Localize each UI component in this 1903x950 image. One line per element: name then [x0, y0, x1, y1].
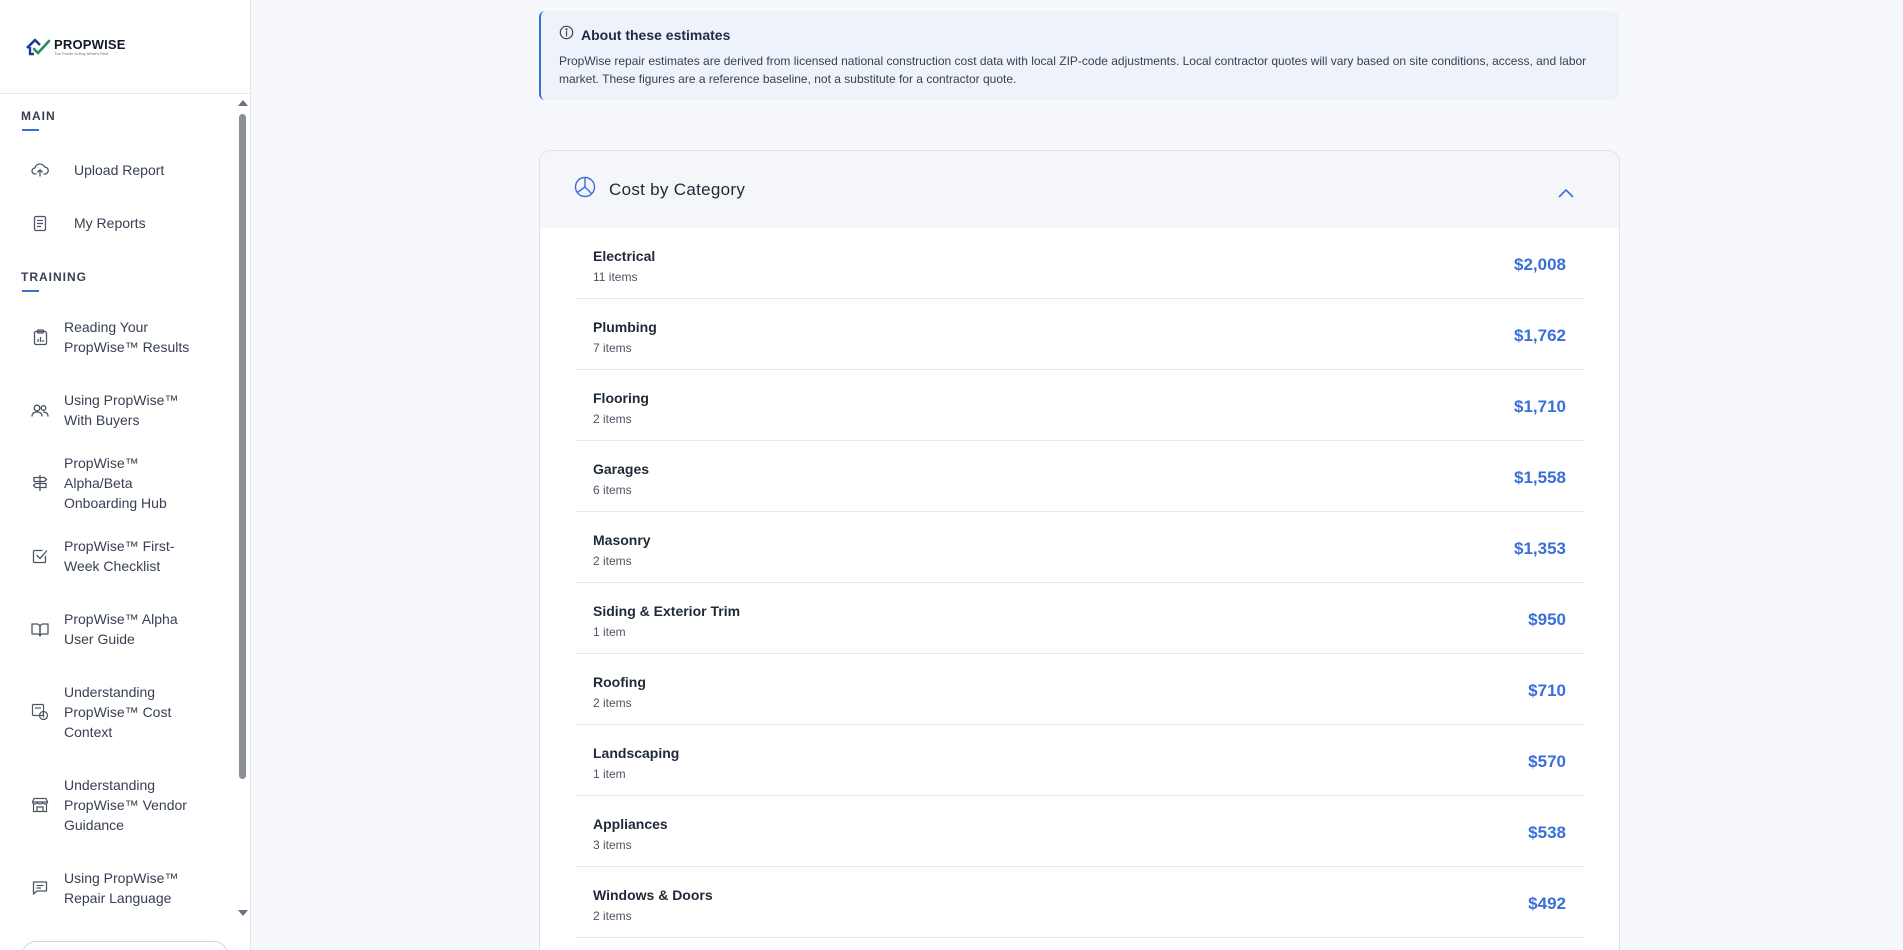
- category-amount: $1,710: [1514, 397, 1566, 416]
- info-icon: [559, 25, 574, 45]
- category-name: Siding & Exterior Trim: [593, 603, 741, 619]
- category-item-count: 1 item: [593, 767, 626, 781]
- category-name: Roofing: [593, 674, 646, 690]
- logo-area: PROPWISE The Power to Buy What's Real: [0, 0, 250, 94]
- chat-icon: [31, 879, 49, 897]
- category-name: Plumbing: [593, 319, 657, 335]
- sidebar-item-onboarding-hub[interactable]: PropWise™ Alpha/Beta Onboarding Hub: [0, 455, 236, 511]
- category-row-windows-doors[interactable]: Windows & Doors 2 items $492: [576, 867, 1584, 938]
- sidebar-item-my-reports[interactable]: My Reports: [0, 205, 236, 241]
- category-row-roofing[interactable]: Roofing 2 items $710: [576, 654, 1584, 725]
- book-icon: [31, 620, 49, 638]
- category-amount: $1,762: [1514, 326, 1566, 345]
- category-item-count: 3 items: [593, 838, 632, 852]
- sidebar-item-upload-report[interactable]: Upload Report: [0, 152, 236, 188]
- estimates-info-banner: About these estimates PropWise repair es…: [539, 11, 1619, 100]
- sidebar-item-vendor-guidance[interactable]: Understanding PropWise™ Vendor Guidance: [0, 773, 236, 837]
- category-list: Electrical 11 items $2,008 Plumbing 7 it…: [576, 228, 1584, 938]
- sidebar-item-reading-results[interactable]: Reading Your PropWise™ Results: [0, 315, 236, 359]
- pie-chart-icon: [574, 176, 596, 203]
- sidebar-item-label: Understanding PropWise™ Cost Context: [64, 684, 172, 740]
- category-amount: $570: [1528, 752, 1566, 771]
- sidebar: PROPWISE The Power to Buy What's Real MA…: [0, 0, 251, 950]
- report-chart-icon: [31, 328, 49, 346]
- category-amount: $950: [1528, 610, 1566, 629]
- scrollbar-thumb[interactable]: [239, 114, 246, 779]
- sidebar-item-label: Upload Report: [74, 162, 165, 178]
- category-amount: $492: [1528, 894, 1566, 913]
- sidebar-item-label: Understanding PropWise™ Vendor Guidance: [64, 777, 187, 833]
- category-row-flooring[interactable]: Flooring 2 items $1,710: [576, 370, 1584, 441]
- users-icon: [31, 401, 49, 419]
- category-item-count: 6 items: [593, 483, 632, 497]
- storefront-icon: [31, 796, 49, 814]
- category-item-count: 2 items: [593, 554, 632, 568]
- info-body: PropWise repair estimates are derived fr…: [559, 54, 1587, 86]
- upload-cloud-icon: [31, 161, 49, 179]
- category-item-count: 7 items: [593, 341, 632, 355]
- category-row-landscaping[interactable]: Landscaping 1 item $570: [576, 725, 1584, 796]
- category-name: Windows & Doors: [593, 887, 713, 903]
- checkbox-icon: [31, 547, 49, 565]
- chevron-up-icon[interactable]: [1558, 185, 1574, 203]
- sidebar-item-label: Reading Your PropWise™ Results: [64, 319, 190, 355]
- category-name: Masonry: [593, 532, 651, 548]
- section-label-main: MAIN: [0, 109, 56, 131]
- sidebar-nav: MAIN Upload Report My Reports TRAINING R…: [0, 95, 236, 920]
- scroll-down-arrow-icon[interactable]: [238, 910, 248, 916]
- category-name: Appliances: [593, 816, 668, 832]
- sidebar-item-label: My Reports: [74, 215, 146, 231]
- signpost-icon: [31, 474, 49, 492]
- category-row-electrical[interactable]: Electrical 11 items $2,008: [576, 228, 1584, 299]
- main-content: About these estimates PropWise repair es…: [252, 0, 1903, 950]
- category-amount: $538: [1528, 823, 1566, 842]
- sidebar-scrollbar[interactable]: [236, 97, 250, 919]
- category-row-siding-exterior-trim[interactable]: Siding & Exterior Trim 1 item $950: [576, 583, 1584, 654]
- propwise-logo[interactable]: PROPWISE The Power to Buy What's Real: [25, 37, 126, 57]
- sidebar-item-label: PropWise™ First-Week Checklist: [64, 538, 175, 574]
- sidebar-item-cost-context[interactable]: Understanding PropWise™ Cost Context: [0, 680, 236, 744]
- brand-name: PROPWISE: [54, 36, 126, 52]
- category-name: Electrical: [593, 248, 656, 264]
- category-row-plumbing[interactable]: Plumbing 7 items $1,762: [576, 299, 1584, 370]
- scroll-up-arrow-icon[interactable]: [238, 100, 248, 106]
- document-icon: [31, 214, 49, 232]
- category-name: Flooring: [593, 390, 649, 406]
- category-row-masonry[interactable]: Masonry 2 items $1,353: [576, 512, 1584, 583]
- sidebar-item-label: PropWise™ Alpha User Guide: [64, 611, 178, 647]
- sidebar-item-repair-language[interactable]: Using PropWise™ Repair Language: [0, 866, 236, 910]
- section-label-training: TRAINING: [0, 270, 87, 292]
- category-item-count: 2 items: [593, 412, 632, 426]
- sidebar-item-first-week-checklist[interactable]: PropWise™ First-Week Checklist: [0, 534, 236, 578]
- cost-calculator-icon: [31, 703, 49, 721]
- category-item-count: 1 item: [593, 625, 626, 639]
- category-row-garages[interactable]: Garages 6 items $1,558: [576, 441, 1584, 512]
- category-name: Landscaping: [593, 745, 680, 761]
- category-amount: $2,008: [1514, 255, 1566, 274]
- card-title: Cost by Category: [609, 179, 746, 199]
- sidebar-item-label: PropWise™ Alpha/Beta Onboarding Hub: [64, 455, 167, 511]
- sidebar-item-label: Using PropWise™ With Buyers: [64, 392, 179, 428]
- category-name: Garages: [593, 461, 650, 477]
- brand-tagline: The Power to Buy What's Real: [54, 50, 109, 56]
- category-amount: $710: [1528, 681, 1566, 700]
- category-item-count: 11 items: [593, 270, 638, 284]
- cost-by-category-card: Cost by Category Electrical 11 items $2,…: [539, 150, 1620, 950]
- category-amount: $1,558: [1514, 468, 1566, 487]
- sidebar-item-label: Using PropWise™ Repair Language: [64, 870, 179, 906]
- sidebar-item-alpha-user-guide[interactable]: PropWise™ Alpha User Guide: [0, 607, 236, 651]
- category-item-count: 2 items: [593, 909, 632, 923]
- cost-by-category-header[interactable]: Cost by Category: [540, 151, 1619, 228]
- category-row-appliances[interactable]: Appliances 3 items $538: [576, 796, 1584, 867]
- info-title: About these estimates: [581, 27, 731, 43]
- category-item-count: 2 items: [593, 696, 632, 710]
- category-amount: $1,353: [1514, 539, 1566, 558]
- sidebar-footer-button[interactable]: [22, 941, 228, 950]
- sidebar-item-using-with-buyers[interactable]: Using PropWise™ With Buyers: [0, 388, 236, 432]
- house-check-logo-icon: [25, 37, 51, 57]
